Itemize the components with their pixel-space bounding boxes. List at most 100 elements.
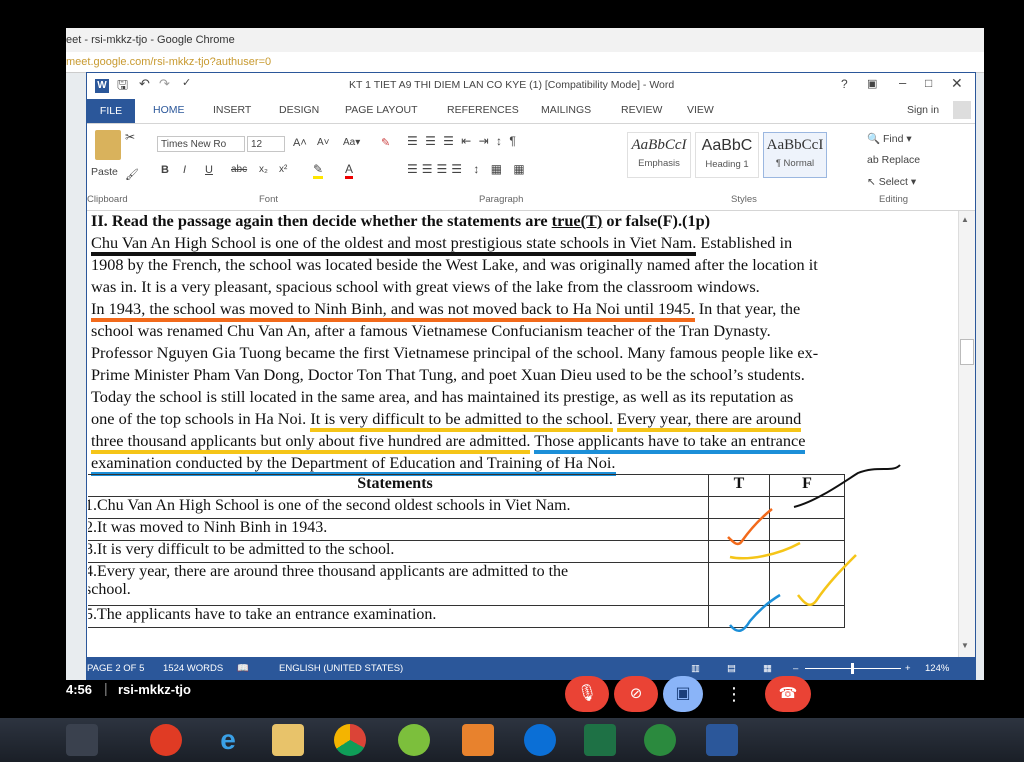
undo-icon[interactable]: ↶ — [139, 76, 150, 92]
cut-icon[interactable]: ✂ — [125, 130, 135, 144]
word-count[interactable]: 1524 WORDS — [163, 657, 223, 680]
internet-explorer-icon[interactable]: e — [212, 724, 244, 756]
alignment-icons[interactable]: ☰☰☰☰ ↕ ▦ ▦ — [407, 162, 529, 176]
app-icon-orange[interactable] — [462, 724, 494, 756]
address-bar[interactable]: meet.google.com/rsi-mkkz-tjo?authuser=0 — [66, 52, 984, 73]
word-title-bar: W 🖫 ↶ ↷ ✓ KT 1 TIET A9 THI DIEM LAN CO K… — [87, 73, 975, 99]
zoom-in-icon[interactable]: + — [905, 657, 911, 680]
maximize-icon[interactable]: □ — [925, 76, 932, 90]
select-label: Select — [878, 176, 908, 188]
yellow-check-mark — [797, 554, 857, 606]
meeting-time: 4:56 — [66, 682, 93, 697]
orange-check-mark — [727, 508, 773, 546]
redo-icon[interactable]: ↷ — [159, 76, 170, 92]
spelling-icon[interactable]: ✓ — [182, 76, 191, 89]
format-painter-icon[interactable]: 🖌 — [125, 168, 139, 181]
style-name: Heading 1 — [705, 159, 749, 170]
yellow-tick-mark — [729, 541, 801, 560]
style-sample: AaBbCcI — [766, 137, 824, 153]
proofing-icon[interactable]: 📖 — [237, 657, 249, 680]
camera-off-icon[interactable]: ⊘ — [614, 676, 658, 712]
avatar[interactable] — [953, 101, 971, 119]
grow-font-icon[interactable]: A˄ — [293, 137, 307, 149]
hang-up-icon[interactable]: ☎ — [765, 676, 811, 712]
tab-review[interactable]: REVIEW — [621, 104, 662, 116]
zoom-level[interactable]: 124% — [925, 657, 949, 680]
paste-icon[interactable] — [95, 130, 121, 160]
tab-insert[interactable]: INSERT — [213, 104, 251, 116]
underline-icon[interactable]: U — [205, 164, 213, 176]
ribbon-display-icon[interactable]: ▣ — [867, 77, 877, 90]
superscript-icon[interactable]: x² — [279, 164, 287, 175]
save-icon[interactable]: 🖫 — [117, 76, 128, 98]
help-icon[interactable]: ? — [841, 77, 848, 91]
read-mode-icon[interactable]: ▥ — [691, 657, 700, 680]
zalo-icon[interactable] — [524, 724, 556, 756]
minimize-icon[interactable]: – — [899, 75, 906, 90]
web-layout-icon[interactable]: ▦ — [763, 657, 772, 680]
tab-design[interactable]: DESIGN — [279, 104, 319, 116]
blue-check-mark — [729, 593, 781, 633]
ribbon: Paste ✂ 🖌 Times New Ro 12 A˄ A˅ Aa▾ ✎ B … — [87, 124, 975, 211]
app-icon-green-2[interactable] — [644, 724, 676, 756]
find-button[interactable]: 🔍 Find ▾ — [867, 132, 912, 145]
separator: | — [104, 680, 108, 696]
style-normal[interactable]: AaBbCcI ¶ Normal — [763, 132, 827, 178]
present-screen-icon[interactable]: ▣ — [663, 676, 703, 712]
tab-view[interactable]: VIEW — [687, 104, 714, 116]
group-clipboard: Clipboard — [87, 194, 128, 205]
group-editing: Editing — [879, 194, 909, 205]
replace-button[interactable]: ab Replace — [867, 154, 920, 166]
font-color-icon[interactable]: A — [345, 162, 354, 179]
paragraph-tools-icon[interactable]: ☰ ☰ ☰ ⇤ ⇥ ↕ ¶ — [407, 134, 518, 148]
black-scribble-mark — [793, 464, 901, 508]
word-logo-icon: W — [95, 79, 109, 93]
scroll-up-icon[interactable]: ▲ — [961, 215, 969, 224]
tab-file[interactable]: FILE — [87, 99, 135, 123]
tab-page-layout[interactable]: PAGE LAYOUT — [345, 104, 418, 116]
chrome-title-bar: eet - rsi-mkkz-tjo - Google Chrome — [66, 28, 984, 52]
status-bar: PAGE 2 OF 5 1524 WORDS 📖 ENGLISH (UNITED… — [87, 657, 975, 680]
windows-taskbar: e — [0, 718, 1024, 762]
mic-off-icon[interactable]: 🎙 — [565, 676, 609, 712]
vertical-scrollbar[interactable]: ▲ ▼ — [958, 211, 975, 657]
close-icon[interactable]: ✕ — [951, 75, 963, 92]
tab-home[interactable]: HOME — [153, 104, 185, 116]
shrink-font-icon[interactable]: A˅ — [317, 137, 330, 148]
zoom-slider-thumb[interactable] — [851, 663, 854, 674]
strikethrough-icon[interactable]: abc — [231, 164, 247, 175]
bold-icon[interactable]: B — [161, 164, 169, 176]
tab-mailings[interactable]: MAILINGS — [541, 104, 591, 116]
excel-icon[interactable] — [584, 724, 616, 756]
subscript-icon[interactable]: x₂ — [259, 164, 268, 175]
more-options-icon[interactable]: ⋮ — [722, 676, 746, 712]
style-heading-1[interactable]: AaBbC Heading 1 — [695, 132, 759, 178]
file-explorer-icon[interactable] — [272, 724, 304, 756]
tab-references[interactable]: REFERENCES — [447, 104, 519, 116]
paste-button[interactable]: Paste — [91, 166, 118, 178]
taskbar-app-icon[interactable] — [66, 724, 98, 756]
language-status[interactable]: ENGLISH (UNITED STATES) — [279, 657, 403, 680]
font-name-field[interactable]: Times New Ro — [157, 136, 245, 152]
page-count[interactable]: PAGE 2 OF 5 — [87, 657, 144, 680]
opera-icon[interactable] — [150, 724, 182, 756]
highlight-icon[interactable]: ✎ — [313, 162, 324, 179]
style-emphasis[interactable]: AaBbCcI Emphasis — [627, 132, 691, 178]
clear-format-icon[interactable]: ✎ — [381, 136, 390, 149]
annotation-layer — [727, 464, 901, 633]
change-case-icon[interactable]: Aa▾ — [343, 137, 360, 148]
font-size-field[interactable]: 12 — [247, 136, 285, 152]
word-taskbar-icon[interactable] — [706, 724, 738, 756]
scroll-down-icon[interactable]: ▼ — [961, 641, 969, 650]
style-sample: AaBbCcI — [631, 137, 687, 153]
style-sample: AaBbC — [701, 137, 753, 154]
document-page[interactable]: II. Read the passage again then decide w… — [88, 211, 958, 657]
meeting-code: rsi-mkkz-tjo — [118, 682, 191, 697]
ribbon-tabs: FILE HOME INSERT DESIGN PAGE LAYOUT REFE… — [87, 99, 975, 124]
scroll-thumb[interactable] — [960, 339, 974, 365]
chrome-icon[interactable] — [334, 724, 366, 756]
italic-icon[interactable]: I — [183, 164, 186, 176]
app-icon-green[interactable] — [398, 724, 430, 756]
select-button[interactable]: ↖ Select ▾ — [867, 176, 916, 188]
sign-in-link[interactable]: Sign in — [907, 104, 939, 116]
